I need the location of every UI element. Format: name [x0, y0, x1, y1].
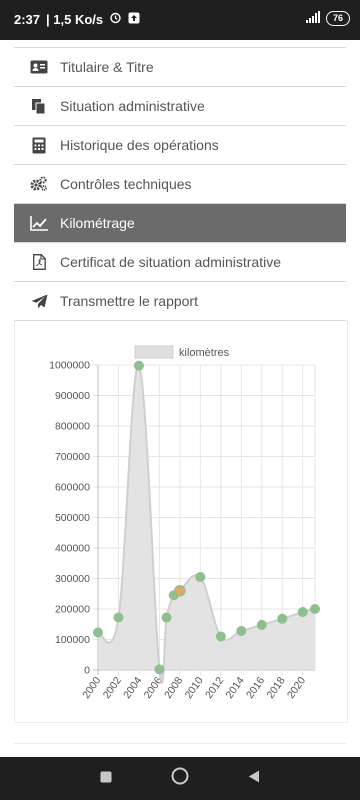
android-nav-bar: [0, 757, 360, 800]
back-button[interactable]: [240, 757, 268, 800]
x-tick-label: 2010: [183, 675, 206, 701]
menu-item-controles[interactable]: Contrôles techniques: [14, 165, 346, 204]
data-point: [93, 627, 103, 638]
x-tick-label: 2004: [121, 675, 144, 701]
content-area: Titulaire & Titre Situation administrati…: [0, 40, 360, 757]
x-tick-label: 2008: [162, 675, 185, 701]
recent-apps-button[interactable]: [92, 757, 120, 800]
menu-item-label: Certificat de situation administrative: [60, 254, 281, 270]
x-tick-label: 2020: [285, 675, 308, 701]
menu-item-partial[interactable]: [14, 40, 346, 48]
y-tick-label: 1000000: [49, 360, 90, 372]
menu-item-historique[interactable]: Historique des opérations: [14, 126, 346, 165]
y-tick-label: 500000: [55, 512, 90, 524]
menu-item-transmettre[interactable]: Transmettre le rapport: [14, 282, 346, 321]
home-circle-icon: [171, 767, 189, 790]
status-left: 2:37 | 1,5 Ko/s: [14, 11, 140, 27]
y-tick-label: 400000: [55, 543, 90, 555]
pdf-file-icon: [30, 253, 48, 271]
divider: [14, 743, 346, 744]
status-time: 2:37: [14, 11, 41, 27]
menu-item-certificat[interactable]: Certificat de situation administrative: [14, 243, 346, 282]
id-card-icon: [30, 58, 48, 76]
x-tick-label: 2002: [101, 675, 124, 701]
x-tick-label: 2016: [244, 675, 267, 701]
alarm-icon: [109, 11, 122, 27]
data-point: [236, 625, 247, 636]
x-tick-label: 2012: [203, 675, 226, 701]
menu-item-label: Transmettre le rapport: [60, 293, 198, 309]
data-point: [174, 584, 186, 597]
data-point: [161, 612, 172, 623]
gears-icon: [30, 175, 48, 193]
menu-item-situation[interactable]: Situation administrative: [14, 87, 346, 126]
home-button[interactable]: [166, 757, 194, 800]
data-point: [113, 612, 124, 623]
data-point: [133, 360, 144, 371]
line-chart-icon: [30, 214, 48, 232]
y-tick-label: 600000: [55, 482, 90, 494]
data-point: [277, 613, 288, 624]
documents-icon: [30, 97, 48, 115]
y-tick-label: 700000: [55, 451, 90, 463]
menu-item-label: Kilométrage: [60, 215, 135, 231]
y-tick-label: 0: [84, 665, 90, 677]
menu-item-titulaire[interactable]: Titulaire & Titre: [14, 48, 346, 87]
chart-legend: kilomètres: [134, 345, 230, 359]
signal-icon: [304, 11, 320, 26]
data-point: [195, 571, 206, 582]
x-tick-label: 2000: [80, 675, 103, 701]
legend-label: kilomètres: [179, 347, 230, 359]
status-speed: | 1,5 Ko/s: [46, 11, 104, 27]
data-point: [297, 607, 308, 618]
back-triangle-icon: [248, 770, 260, 788]
status-right: 76: [304, 11, 350, 26]
y-tick-label: 800000: [55, 421, 90, 433]
square-icon: [100, 770, 112, 788]
y-tick-label: 900000: [55, 390, 90, 402]
mileage-chart: 0 100000 200000 300000 400000 500000 600000 700…: [49, 345, 320, 701]
legend-swatch: [134, 345, 174, 359]
menu-item-label: Historique des opérations: [60, 137, 219, 153]
menu-item-kilometrage[interactable]: Kilométrage: [14, 204, 346, 243]
status-bar: 2:37 | 1,5 Ko/s 76: [0, 0, 360, 40]
menu-item-label: Situation administrative: [60, 98, 205, 114]
x-tick-label: 2014: [224, 675, 247, 701]
x-tick-label: 2018: [264, 675, 287, 701]
menu-item-label: Titulaire & Titre: [60, 59, 154, 75]
menu-item-label: Contrôles techniques: [60, 176, 192, 192]
battery-icon: 76: [325, 11, 350, 26]
data-point: [154, 664, 165, 675]
paper-plane-icon: [30, 292, 48, 310]
y-tick-label: 100000: [55, 634, 90, 646]
data-point: [215, 631, 226, 642]
data-point: [310, 604, 320, 614]
y-tick-label: 200000: [55, 604, 90, 616]
calculator-icon: [30, 136, 48, 154]
report-menu: Titulaire & Titre Situation administrati…: [14, 48, 346, 321]
y-tick-label: 300000: [55, 573, 90, 585]
upload-notification-icon: [128, 12, 140, 27]
data-point: [256, 619, 267, 630]
mileage-chart-panel: 0 100000 200000 300000 400000 500000 600000 700…: [14, 320, 348, 723]
